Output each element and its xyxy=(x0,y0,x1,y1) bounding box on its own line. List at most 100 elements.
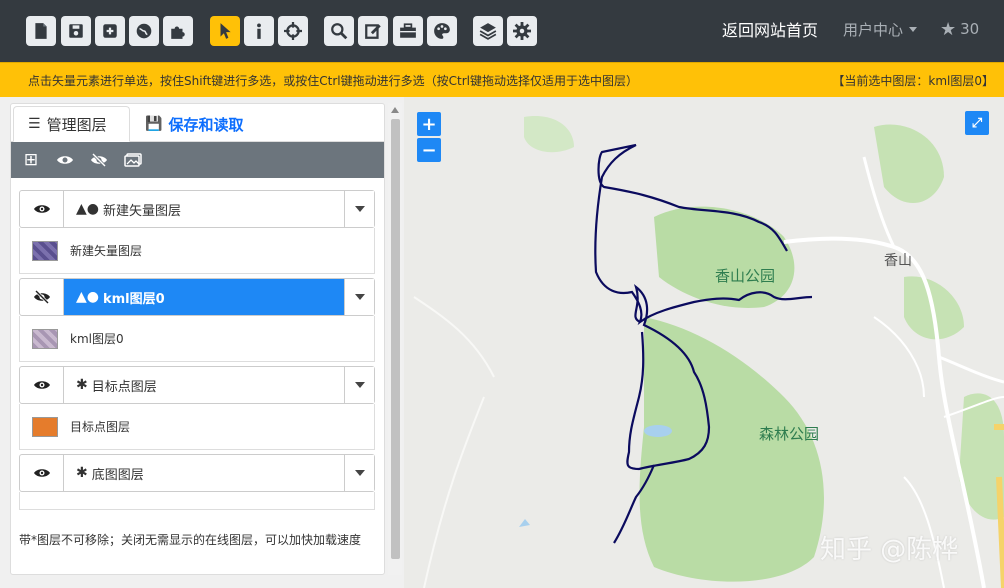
globe-icon xyxy=(136,23,152,39)
layer-dropdown-toggle[interactable] xyxy=(344,279,374,315)
legend-label: kml图层0 xyxy=(70,332,124,346)
scrollbar-thumb[interactable] xyxy=(391,119,400,559)
plugin-icon xyxy=(171,26,185,39)
tab-manage-label: 管理图层 xyxy=(46,115,107,134)
legend-swatch xyxy=(32,416,58,437)
green-area xyxy=(654,206,795,308)
pointer-button[interactable] xyxy=(210,16,240,46)
layer-name: 底图图层 xyxy=(91,467,144,483)
layer-item: ▲● 新建矢量图层 新建矢量图层 xyxy=(19,190,375,274)
palette-button[interactable] xyxy=(427,16,457,46)
user-center-dropdown[interactable]: 用户中心 xyxy=(843,0,918,58)
layer-name: 目标点图层 xyxy=(91,379,157,395)
layer-dropdown-toggle[interactable] xyxy=(344,455,374,491)
save-button[interactable] xyxy=(61,16,91,46)
save-icon: 💾 xyxy=(145,116,163,132)
layer-name-button[interactable]: ✱ 底图图层 xyxy=(64,455,346,491)
caret-down-icon xyxy=(354,470,365,476)
legend-swatch xyxy=(32,328,58,349)
asterisk-icon: ✱ xyxy=(76,377,88,393)
panel-scrollbar[interactable] xyxy=(388,103,402,575)
layer-name: kml图层0 xyxy=(102,291,165,307)
hint-bar: 点击矢量元素进行单选，按住Shift键进行多选，或按住Ctrl键拖动进行多选（按… xyxy=(0,62,1004,97)
crosshair-icon xyxy=(284,22,302,40)
road xyxy=(413,296,495,378)
new-file-icon xyxy=(35,23,47,39)
layer-header: ▲● kml图层0 xyxy=(19,278,375,316)
pointer-icon xyxy=(220,23,231,39)
vector-layer-icon: ▲● xyxy=(76,289,99,305)
scroll-up-arrow-icon[interactable] xyxy=(391,107,399,113)
tab-save-label: 保存和读取 xyxy=(168,115,244,134)
layer-dropdown-toggle[interactable] xyxy=(344,367,374,403)
settings-button[interactable] xyxy=(507,16,537,46)
eye-slash-icon[interactable] xyxy=(20,279,64,315)
user-center-label: 用户中心 xyxy=(843,20,904,39)
layer-item: ✱ 底图图层 xyxy=(19,454,375,510)
show-all-eye-icon[interactable] xyxy=(55,150,75,170)
add-layer-icon xyxy=(103,24,117,38)
caret-down-icon xyxy=(354,294,365,300)
road xyxy=(423,396,485,588)
green-area xyxy=(874,124,944,204)
eye-icon[interactable] xyxy=(20,367,64,403)
info-button[interactable] xyxy=(244,16,274,46)
fullscreen-button[interactable]: ⤢ xyxy=(965,111,989,135)
home-link[interactable]: 返回网站首页 xyxy=(722,0,818,58)
legend-swatch xyxy=(32,240,58,261)
asterisk-icon: ✱ xyxy=(76,465,88,481)
layer-panel-card: ☰ 管理图层 💾 保存和读取 ⊞ ▲● 新建矢量图层 新建矢量图层 ▲● kml… xyxy=(10,103,385,575)
hide-all-eye-slash-icon[interactable] xyxy=(89,150,109,170)
panel-tabs: ☰ 管理图层 💾 保存和读取 xyxy=(11,104,384,142)
layer-header: ✱ 底图图层 xyxy=(19,454,375,492)
layer-toolbar: ⊞ xyxy=(11,142,384,178)
star-icon: ★ xyxy=(940,18,957,40)
toolbox-button[interactable] xyxy=(393,16,423,46)
edit-button[interactable] xyxy=(358,16,388,46)
caret-down-icon xyxy=(354,382,365,388)
layer-name-button[interactable]: ▲● 新建矢量图层 xyxy=(64,191,346,227)
legend-label: 目标点图层 xyxy=(70,420,131,434)
globe-button[interactable] xyxy=(129,16,159,46)
info-icon xyxy=(257,23,261,39)
map-label-park: 森林公园 xyxy=(759,425,820,443)
layer-legend: kml图层0 xyxy=(19,316,375,362)
star-button[interactable]: ★ 30 xyxy=(940,0,979,58)
layer-name-button[interactable]: ✱ 目标点图层 xyxy=(64,367,346,403)
zoom-search-icon xyxy=(331,23,348,40)
zoom-in-button[interactable]: + xyxy=(417,112,441,136)
layer-item: ✱ 目标点图层 目标点图层 xyxy=(19,366,375,450)
water-body xyxy=(644,425,672,437)
toolbox-icon xyxy=(400,23,416,38)
panel-footer-note: 带*图层不可移除；关闭无需显示的在线图层，可以加快加载速度 xyxy=(19,533,362,547)
map-canvas[interactable]: + − ⤢ 香山公园 森林公园 香山 知乎 @陈桦 xyxy=(404,97,1004,588)
layer-legend: 目标点图层 xyxy=(19,404,375,450)
water-body xyxy=(519,519,530,527)
tab-manage-layers[interactable]: ☰ 管理图层 xyxy=(13,106,130,142)
add-layer-button[interactable] xyxy=(95,16,125,46)
eye-icon[interactable] xyxy=(20,191,64,227)
crosshair-button[interactable] xyxy=(278,16,308,46)
green-area xyxy=(524,116,574,153)
map-label-town: 香山 xyxy=(884,253,912,269)
plugin-button[interactable] xyxy=(163,16,193,46)
new-file-button[interactable] xyxy=(26,16,56,46)
map-label-park: 香山公园 xyxy=(715,267,776,285)
layers-button[interactable] xyxy=(473,16,503,46)
add-layer-icon[interactable]: ⊞ xyxy=(21,150,41,170)
list-icon: ☰ xyxy=(28,116,41,132)
eye-icon[interactable] xyxy=(20,455,64,491)
star-count: 30 xyxy=(960,20,980,38)
edit-icon xyxy=(365,24,381,39)
tab-save-load[interactable]: 💾 保存和读取 xyxy=(145,106,243,142)
images-icon[interactable] xyxy=(123,150,143,170)
zoom-out-button[interactable]: − xyxy=(417,138,441,162)
layer-panel: ☰ 管理图层 💾 保存和读取 ⊞ ▲● 新建矢量图层 新建矢量图层 ▲● kml… xyxy=(0,97,404,588)
zoom-search-button[interactable] xyxy=(324,16,354,46)
layer-dropdown-toggle[interactable] xyxy=(344,191,374,227)
green-area xyxy=(639,317,824,582)
save-icon xyxy=(69,24,83,38)
palette-icon xyxy=(434,23,450,39)
layer-name-button[interactable]: ▲● kml图层0 xyxy=(64,279,346,315)
top-toolbar: 返回网站首页 用户中心 ★ 30 xyxy=(0,0,1004,62)
